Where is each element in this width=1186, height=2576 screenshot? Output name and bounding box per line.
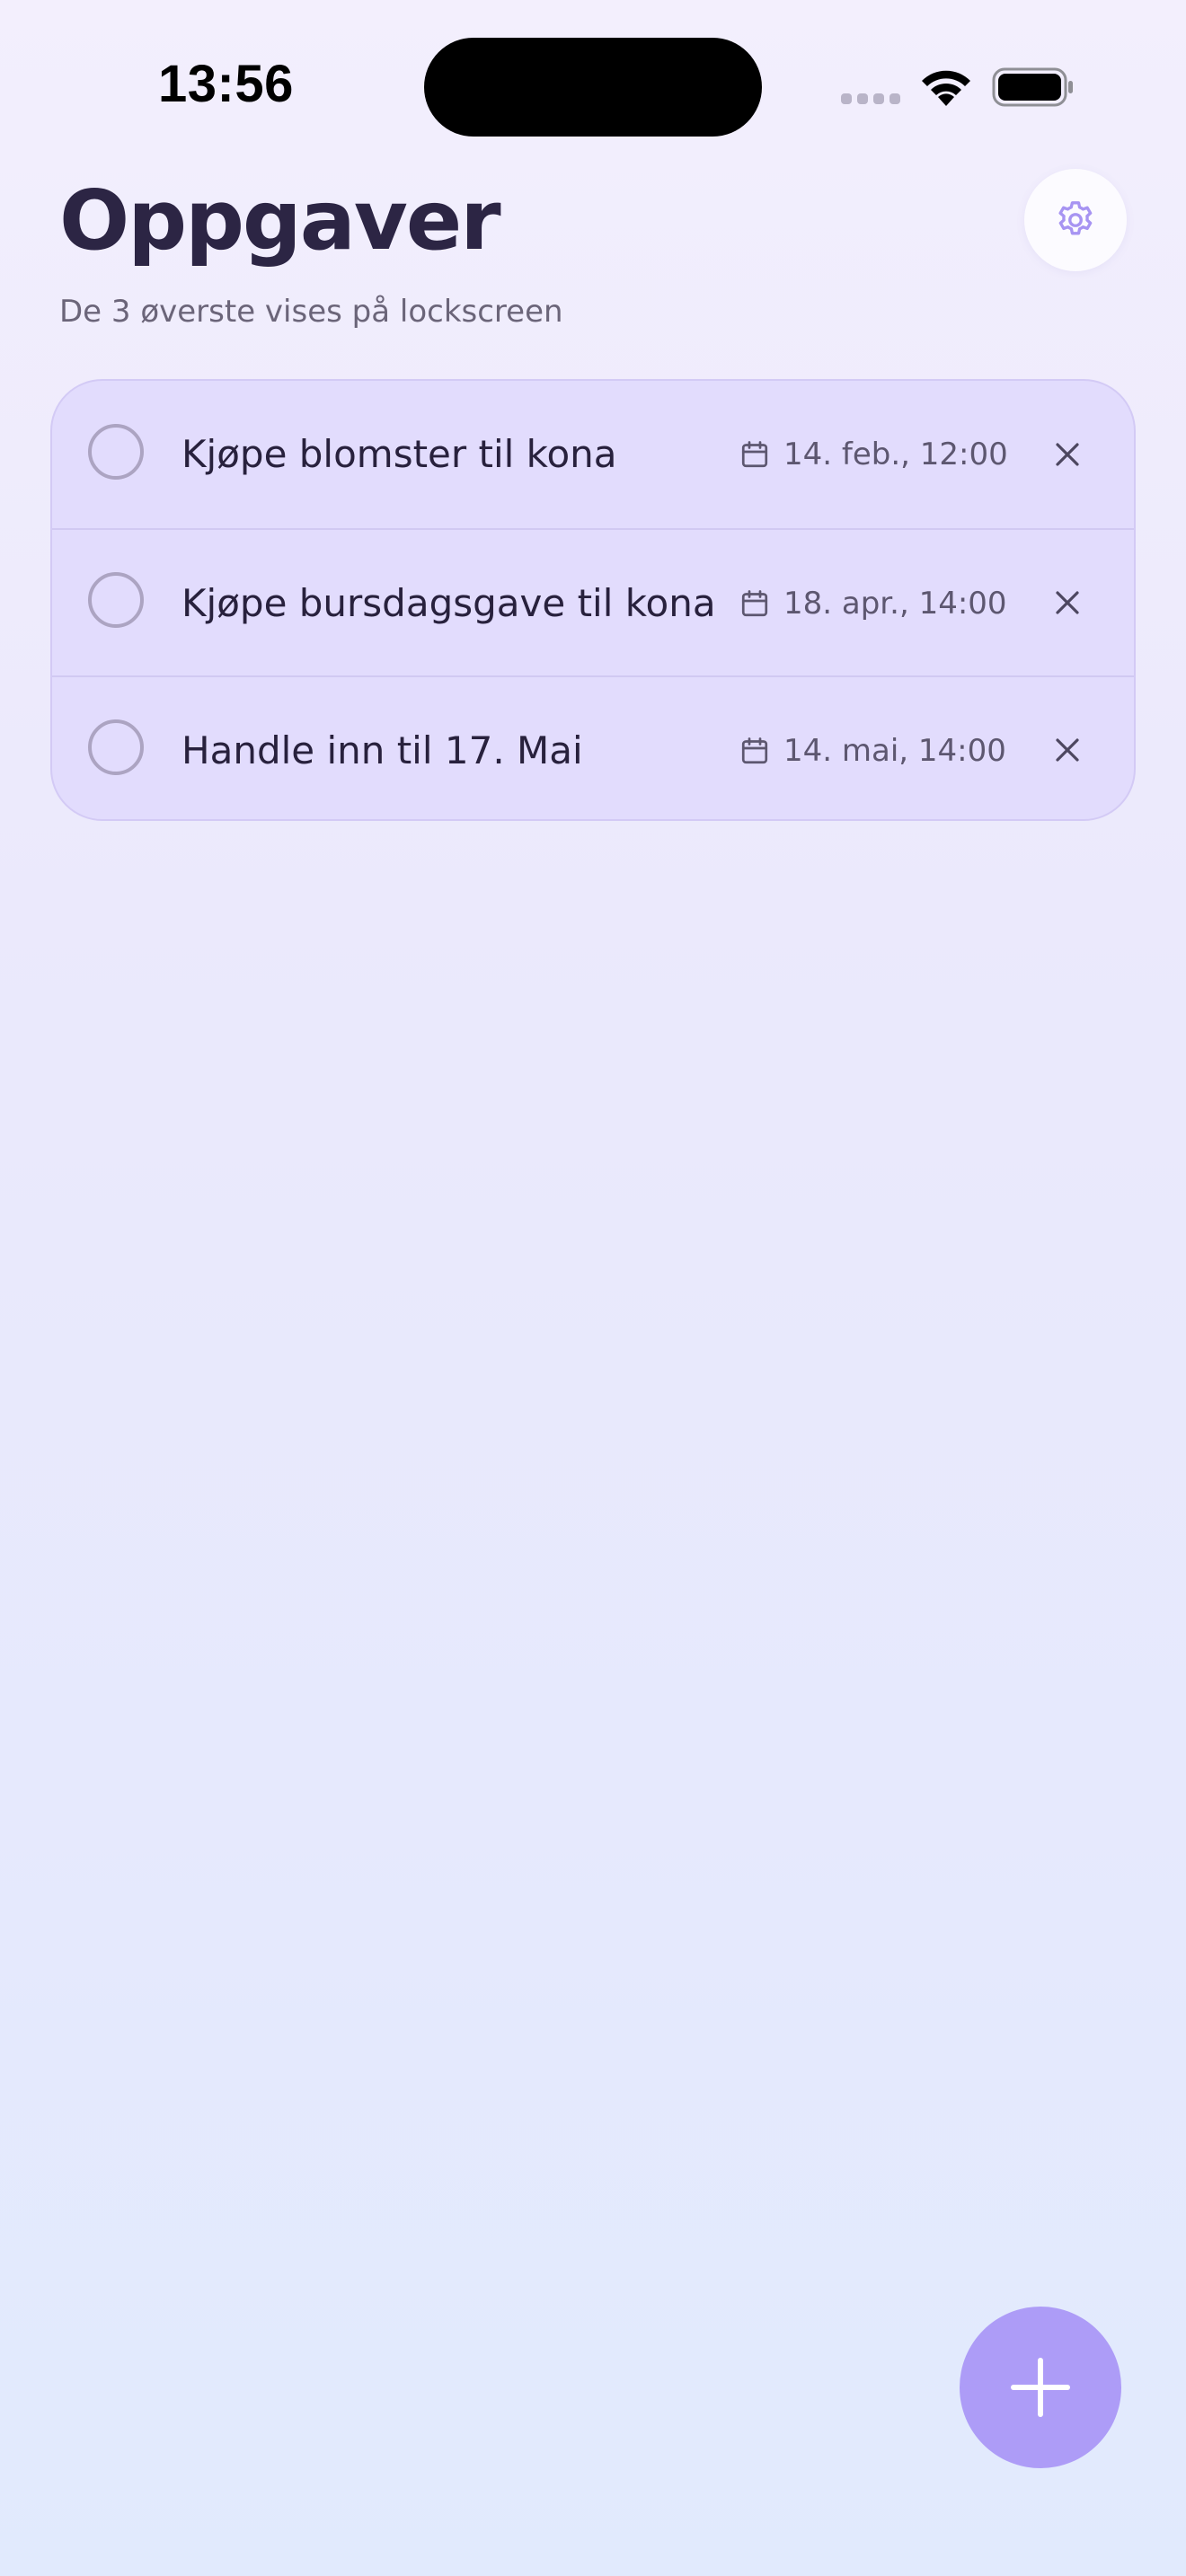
dynamic-island: [424, 38, 762, 137]
task-date-text: 14. feb., 12:00: [783, 437, 1008, 472]
cellular-signal-icon: [841, 93, 902, 106]
delete-task-button[interactable]: [1046, 581, 1089, 624]
task-date-text: 18. apr., 14:00: [783, 586, 1007, 622]
task-title: Kjøpe bursdagsgave til kona: [181, 581, 716, 625]
gear-icon: [1058, 201, 1093, 235]
battery-icon: [992, 67, 1073, 107]
close-icon: [1056, 738, 1079, 762]
status-bar: 13:56: [0, 0, 1186, 171]
task-date: 14. mai, 14:00: [739, 677, 1006, 819]
delete-task-button[interactable]: [1046, 728, 1089, 772]
delete-task-button[interactable]: [1046, 433, 1089, 476]
task-date: 14. feb., 12:00: [739, 381, 1008, 528]
add-task-button[interactable]: [960, 2307, 1121, 2468]
task-title: Handle inn til 17. Mai: [181, 728, 583, 772]
task-checkbox[interactable]: [88, 572, 144, 628]
task-row[interactable]: Handle inn til 17. Mai 14. mai, 14:00: [52, 675, 1134, 819]
calendar-icon: [741, 441, 768, 468]
settings-button[interactable]: [1024, 169, 1127, 271]
page-title: Oppgaver: [59, 172, 501, 269]
close-icon: [1056, 443, 1079, 466]
calendar-icon: [741, 590, 768, 617]
close-icon: [1056, 591, 1079, 614]
task-date-text: 14. mai, 14:00: [783, 733, 1006, 769]
calendar-icon: [741, 737, 768, 764]
task-list: Kjøpe blomster til kona 14. feb., 12:00 …: [50, 379, 1136, 821]
task-date: 18. apr., 14:00: [739, 530, 1007, 677]
plus-icon: [1011, 2358, 1070, 2417]
task-row[interactable]: Kjøpe bursdagsgave til kona 18. apr., 14…: [52, 528, 1134, 675]
page-subtitle: De 3 øverste vises på lockscreen: [59, 294, 563, 330]
task-title: Kjøpe blomster til kona: [181, 432, 617, 476]
wifi-icon: [922, 70, 970, 106]
task-checkbox[interactable]: [88, 719, 144, 775]
task-row[interactable]: Kjøpe blomster til kona 14. feb., 12:00: [52, 381, 1134, 528]
status-time: 13:56: [158, 55, 294, 113]
task-checkbox[interactable]: [88, 424, 144, 480]
